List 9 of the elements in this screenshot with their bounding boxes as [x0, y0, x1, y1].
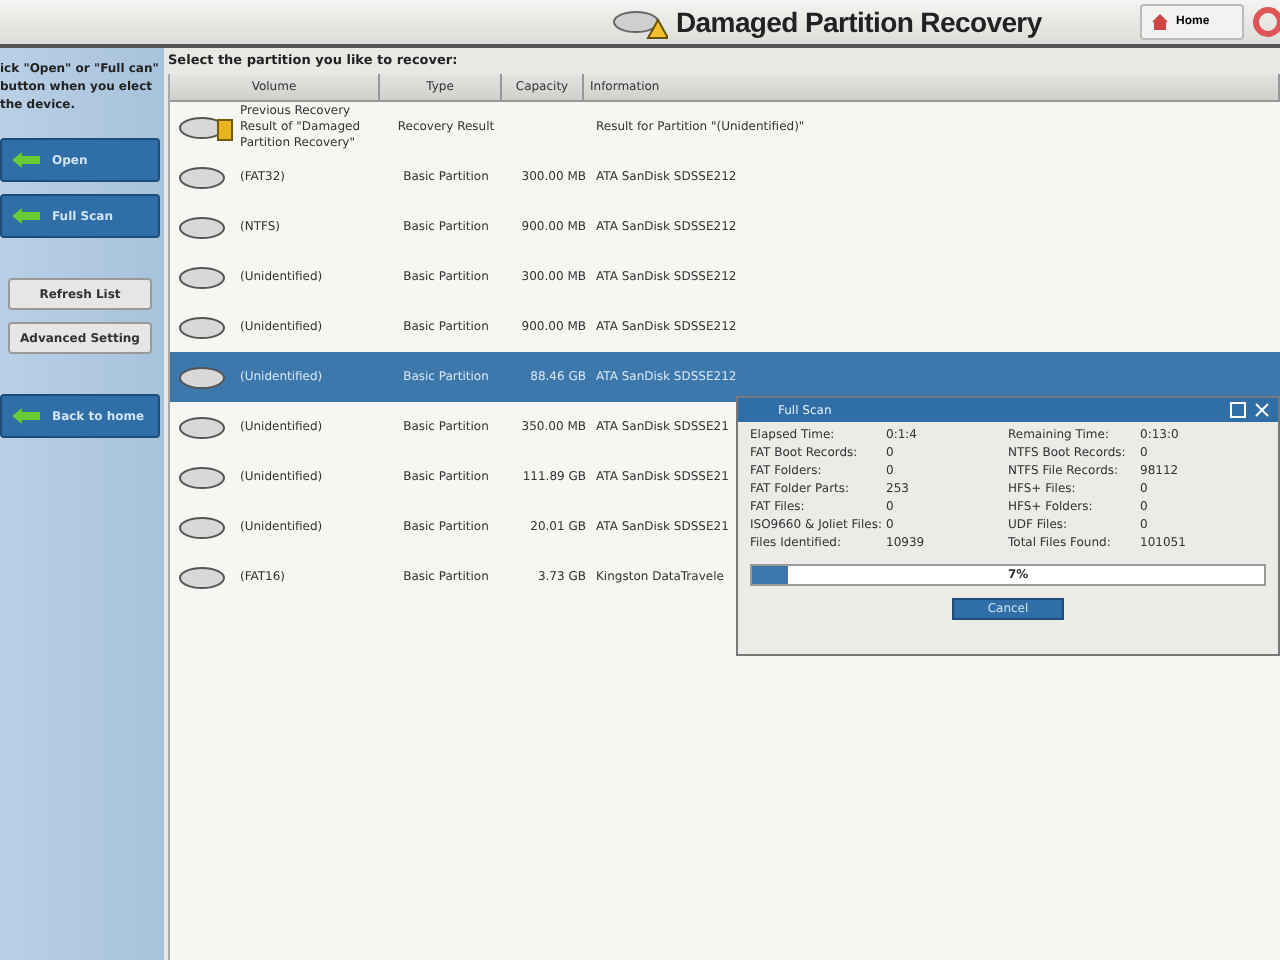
- arrow-icon: [12, 408, 40, 424]
- arrow-icon: [12, 208, 40, 224]
- disk-warning-icon: [178, 113, 234, 141]
- home-icon: [1150, 12, 1170, 32]
- arrow-icon: [12, 152, 40, 168]
- close-icon[interactable]: [1254, 402, 1270, 418]
- app-title: Damaged Partition Recovery: [676, 6, 1042, 38]
- maximize-icon[interactable]: [1230, 402, 1246, 418]
- lifebuoy-icon[interactable]: [1252, 6, 1280, 38]
